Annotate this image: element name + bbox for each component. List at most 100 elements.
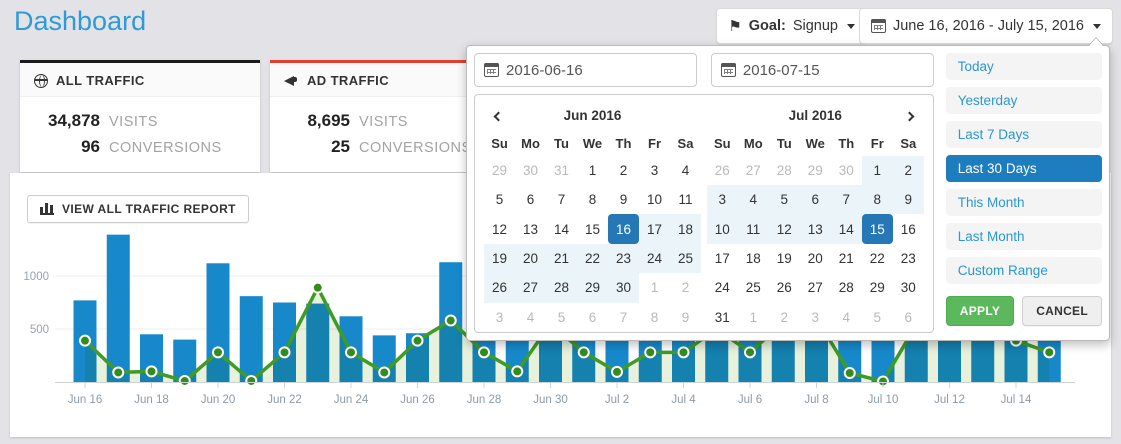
calendar-day-cell[interactable]: 27 xyxy=(515,273,546,302)
calendar-day-cell[interactable]: 31 xyxy=(546,156,577,185)
calendar-day-cell[interactable]: 23 xyxy=(893,244,924,273)
calendar-day-cell[interactable]: 10 xyxy=(639,185,670,214)
view-all-traffic-report-button[interactable]: VIEW ALL TRAFFIC REPORT xyxy=(27,195,249,223)
calendar-day-cell[interactable]: 12 xyxy=(769,214,800,243)
calendar-day-cell[interactable]: 31 xyxy=(707,303,738,332)
calendar-day-cell[interactable]: 20 xyxy=(515,244,546,273)
calendar-day-cell[interactable]: 25 xyxy=(738,273,769,302)
calendar-day-cell[interactable]: 15 xyxy=(577,214,608,243)
calendar-day-cell[interactable]: 1 xyxy=(639,273,670,302)
preset-this-month[interactable]: This Month xyxy=(946,189,1102,216)
calendar-day-cell[interactable]: 3 xyxy=(484,303,515,332)
calendar-day-cell[interactable]: 6 xyxy=(800,185,831,214)
start-date-input[interactable] xyxy=(506,62,687,79)
preset-custom-range[interactable]: Custom Range xyxy=(946,257,1102,284)
calendar-day-cell[interactable]: 21 xyxy=(546,244,577,273)
calendar-day-cell[interactable]: 14 xyxy=(546,214,577,243)
calendar-day-cell[interactable]: 4 xyxy=(515,303,546,332)
calendar-day-cell[interactable]: 27 xyxy=(800,273,831,302)
next-month-icon[interactable] xyxy=(904,111,914,121)
calendar-day-cell[interactable]: 28 xyxy=(546,273,577,302)
calendar-day-cell[interactable]: 2 xyxy=(893,156,924,185)
calendar-day-cell[interactable]: 5 xyxy=(769,185,800,214)
calendar-day-cell[interactable]: 13 xyxy=(515,214,546,243)
calendar-day-cell[interactable]: 6 xyxy=(577,303,608,332)
calendar-day-cell[interactable]: 30 xyxy=(515,156,546,185)
calendar-day-cell[interactable]: 17 xyxy=(707,244,738,273)
calendar-day-cell[interactable]: 5 xyxy=(484,185,515,214)
calendar-day-cell[interactable]: 15 xyxy=(862,214,893,243)
calendar-day-cell[interactable]: 1 xyxy=(577,156,608,185)
preset-last-30-days[interactable]: Last 30 Days xyxy=(946,155,1102,182)
calendar-day-cell[interactable]: 19 xyxy=(484,244,515,273)
calendar-day-cell[interactable]: 1 xyxy=(862,156,893,185)
calendar-day-cell[interactable]: 28 xyxy=(831,273,862,302)
calendar-day-cell[interactable]: 19 xyxy=(769,244,800,273)
calendar-day-cell[interactable]: 4 xyxy=(670,156,701,185)
calendar-day-cell[interactable]: 4 xyxy=(831,303,862,332)
preset-last-month[interactable]: Last Month xyxy=(946,223,1102,250)
calendar-day-cell[interactable]: 11 xyxy=(670,185,701,214)
calendar-day-cell[interactable]: 16 xyxy=(893,214,924,243)
calendar-day-cell[interactable]: 9 xyxy=(893,185,924,214)
calendar-day-cell[interactable]: 12 xyxy=(484,214,515,243)
calendar-day-cell[interactable]: 1 xyxy=(738,303,769,332)
calendar-day-cell[interactable]: 2 xyxy=(670,273,701,302)
calendar-day-cell[interactable]: 3 xyxy=(639,156,670,185)
calendar-day-cell[interactable]: 23 xyxy=(608,244,639,273)
calendar-day-cell[interactable]: 30 xyxy=(831,156,862,185)
calendar-day-cell[interactable]: 7 xyxy=(608,303,639,332)
calendar-day-cell[interactable]: 9 xyxy=(608,185,639,214)
calendar-day-cell[interactable]: 29 xyxy=(800,156,831,185)
calendar-day-cell[interactable]: 29 xyxy=(577,273,608,302)
calendar-day-cell[interactable]: 7 xyxy=(831,185,862,214)
calendar-day-cell[interactable]: 26 xyxy=(769,273,800,302)
preset-last-7-days[interactable]: Last 7 Days xyxy=(946,121,1102,148)
cancel-button[interactable]: CANCEL xyxy=(1022,296,1102,326)
calendar-day-cell[interactable]: 2 xyxy=(608,156,639,185)
calendar-day-cell[interactable]: 8 xyxy=(577,185,608,214)
calendar-day-cell[interactable]: 5 xyxy=(862,303,893,332)
end-date-input[interactable] xyxy=(743,62,924,79)
calendar-day-cell[interactable]: 29 xyxy=(862,273,893,302)
date-range-button[interactable]: June 16, 2016 - July 15, 2016 xyxy=(859,8,1113,44)
calendar-day-cell[interactable]: 22 xyxy=(577,244,608,273)
prev-month-icon[interactable] xyxy=(494,111,504,121)
calendar-day-cell[interactable]: 3 xyxy=(707,185,738,214)
calendar-day-cell[interactable]: 18 xyxy=(670,214,701,243)
calendar-day-cell[interactable]: 18 xyxy=(738,244,769,273)
calendar-day-cell[interactable]: 24 xyxy=(639,244,670,273)
calendar-day-cell[interactable]: 4 xyxy=(738,185,769,214)
calendar-day-cell[interactable]: 8 xyxy=(862,185,893,214)
goal-selector-button[interactable]: ⚑ Goal: Signup xyxy=(716,8,867,44)
calendar-day-cell[interactable]: 29 xyxy=(484,156,515,185)
calendar-day-cell[interactable]: 24 xyxy=(707,273,738,302)
calendar-day-cell[interactable]: 7 xyxy=(546,185,577,214)
calendar-day-cell[interactable]: 13 xyxy=(800,214,831,243)
apply-button[interactable]: APPLY xyxy=(946,296,1014,326)
calendar-day-cell[interactable]: 17 xyxy=(639,214,670,243)
calendar-day-cell[interactable]: 27 xyxy=(738,156,769,185)
calendar-day-cell[interactable]: 11 xyxy=(738,214,769,243)
calendar-day-cell[interactable]: 9 xyxy=(670,303,701,332)
calendar-day-cell[interactable]: 30 xyxy=(608,273,639,302)
preset-yesterday[interactable]: Yesterday xyxy=(946,87,1102,114)
calendar-day-cell[interactable]: 30 xyxy=(893,273,924,302)
calendar-day-cell[interactable]: 21 xyxy=(831,244,862,273)
calendar-day-cell[interactable]: 22 xyxy=(862,244,893,273)
calendar-day-cell[interactable]: 20 xyxy=(800,244,831,273)
calendar-day-cell[interactable]: 3 xyxy=(800,303,831,332)
calendar-day-cell[interactable]: 5 xyxy=(546,303,577,332)
calendar-day-cell[interactable]: 14 xyxy=(831,214,862,243)
calendar-day-cell[interactable]: 26 xyxy=(707,156,738,185)
calendar-day-cell[interactable]: 26 xyxy=(484,273,515,302)
preset-today[interactable]: Today xyxy=(946,53,1102,80)
calendar-day-cell[interactable]: 6 xyxy=(893,303,924,332)
calendar-day-cell[interactable]: 25 xyxy=(670,244,701,273)
calendar-day-cell[interactable]: 16 xyxy=(608,214,639,243)
calendar-day-cell[interactable]: 2 xyxy=(769,303,800,332)
calendar-day-cell[interactable]: 28 xyxy=(769,156,800,185)
calendar-day-cell[interactable]: 6 xyxy=(515,185,546,214)
calendar-day-cell[interactable]: 10 xyxy=(707,214,738,243)
calendar-day-cell[interactable]: 8 xyxy=(639,303,670,332)
